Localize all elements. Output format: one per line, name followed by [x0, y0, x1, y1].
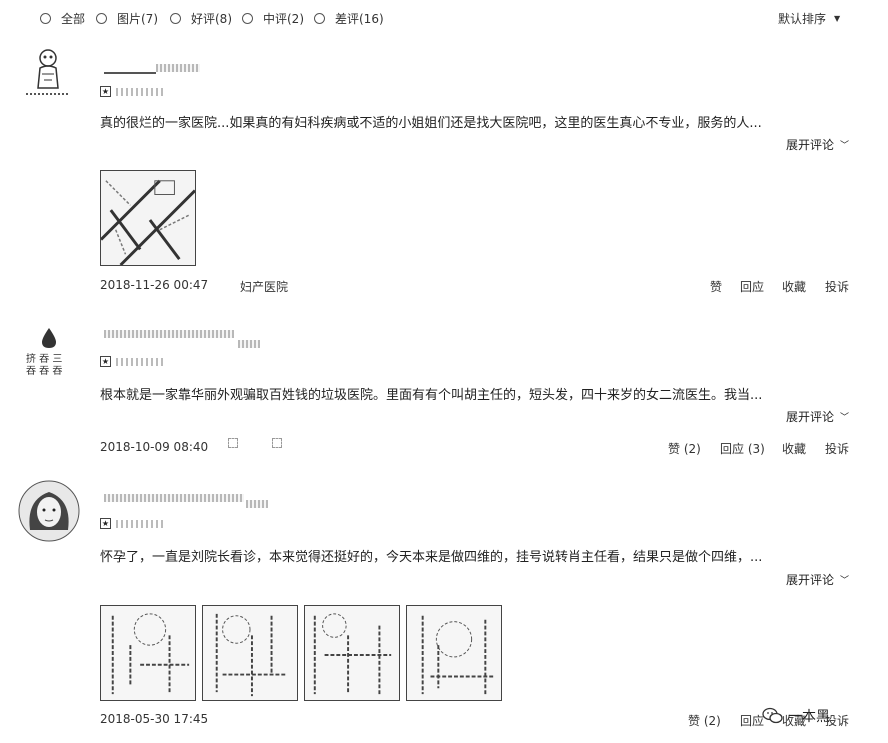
- svg-text:吞 吞 吞: 吞 吞 吞: [26, 365, 62, 377]
- review-image-thumbnail[interactable]: [304, 605, 400, 701]
- rating-redacted: [116, 88, 164, 96]
- avatar[interactable]: [18, 480, 80, 542]
- review-date: 2018-10-09 08:40: [100, 440, 209, 454]
- username-redacted-tail: [246, 500, 268, 508]
- filter-negative[interactable]: 差评(16): [314, 10, 384, 27]
- radio-icon: [96, 13, 107, 24]
- radio-icon: [40, 13, 51, 24]
- filter-neutral[interactable]: 中评(2): [242, 10, 304, 27]
- favorite-button[interactable]: 收藏: [782, 278, 806, 295]
- avatar[interactable]: 挤 吞 三 吞 吞 吞: [20, 322, 78, 380]
- chevron-down-icon: ﹀: [840, 141, 850, 151]
- avatar[interactable]: [20, 44, 78, 102]
- reply-button[interactable]: 回应: [740, 712, 764, 729]
- filter-bar: 全部 图片(7) 好评(8) 中评(2) 差评(16) 默认排序 ▼: [0, 0, 888, 36]
- star-icon: ★: [100, 356, 111, 367]
- expand-label: 展开评论: [786, 573, 835, 587]
- chevron-down-icon: ﹀: [840, 576, 850, 586]
- filter-label: 中评(2): [263, 12, 304, 26]
- rating-redacted: [116, 520, 164, 528]
- radio-icon: [170, 13, 181, 24]
- report-button[interactable]: 投诉: [825, 440, 849, 457]
- review-tag[interactable]: 妇产医院: [240, 278, 288, 295]
- review-image-thumbnail[interactable]: [406, 605, 502, 701]
- reply-button[interactable]: 回应 (3): [720, 440, 765, 457]
- review-date: 2018-05-30 17:45: [100, 712, 209, 726]
- favorite-button[interactable]: 收藏: [782, 440, 806, 457]
- like-button[interactable]: 赞: [710, 278, 722, 295]
- filter-label: 好评(8): [191, 12, 232, 26]
- review-content: 怀孕了，一直是刘院长看诊，本来觉得还挺好的，今天本来是做四维的，挂号说转肖主任看…: [100, 550, 763, 565]
- svg-text:挤 吞 三: 挤 吞 三: [26, 352, 62, 365]
- sort-label: 默认排序: [778, 12, 827, 26]
- chevron-down-icon: ﹀: [840, 413, 850, 423]
- username-redacted-tail: [156, 64, 200, 72]
- username-redacted[interactable]: [104, 330, 234, 338]
- expand-review-button[interactable]: 展开评论 ﹀: [786, 408, 849, 425]
- review-image-thumbnail[interactable]: [100, 170, 196, 266]
- expand-review-button[interactable]: 展开评论 ﹀: [786, 571, 849, 588]
- review-image-thumbnail[interactable]: [202, 605, 298, 701]
- wechat-icon: [762, 707, 783, 724]
- filter-label: 差评(16): [335, 12, 384, 26]
- radio-icon: [242, 13, 253, 24]
- placeholder-icon: [228, 438, 238, 448]
- expand-label: 展开评论: [786, 410, 835, 424]
- expand-label: 展开评论: [786, 138, 835, 152]
- star-icon: ★: [100, 518, 111, 529]
- filter-positive[interactable]: 好评(8): [170, 10, 232, 27]
- username-redacted[interactable]: [104, 72, 156, 74]
- review-image-thumbnail[interactable]: [100, 605, 196, 701]
- reply-button[interactable]: 回应: [740, 278, 764, 295]
- rating-redacted: [116, 358, 164, 366]
- review-date: 2018-11-26 00:47: [100, 278, 209, 292]
- report-button[interactable]: 投诉: [825, 278, 849, 295]
- expand-review-button[interactable]: 展开评论 ﹀: [786, 136, 849, 153]
- username-redacted-tail: [238, 340, 260, 348]
- radio-icon: [314, 13, 325, 24]
- review-content: 根本就是一家靠华丽外观骗取百姓钱的垃圾医院。里面有有个叫胡主任的，短头发，四十来…: [100, 388, 763, 403]
- caret-down-icon: ▼: [834, 14, 841, 23]
- sort-dropdown[interactable]: 默认排序 ▼: [778, 10, 840, 27]
- like-button[interactable]: 赞 (2): [668, 440, 701, 457]
- like-button[interactable]: 赞 (2): [688, 712, 721, 729]
- filter-images[interactable]: 图片(7): [96, 10, 158, 27]
- username-redacted[interactable]: [104, 494, 244, 502]
- filter-label: 图片(7): [117, 12, 158, 26]
- review-content: 真的很烂的一家医院...如果真的有妇科疾病或不适的小姐姐们还是找大医院吧，这里的…: [100, 116, 762, 131]
- filter-all[interactable]: 全部: [40, 10, 85, 27]
- filter-label: 全部: [61, 12, 86, 26]
- star-icon: ★: [100, 86, 111, 97]
- watermark-text: 一本黑: [788, 709, 830, 725]
- watermark: 一本黑: [762, 706, 830, 726]
- placeholder-icon: [272, 438, 282, 448]
